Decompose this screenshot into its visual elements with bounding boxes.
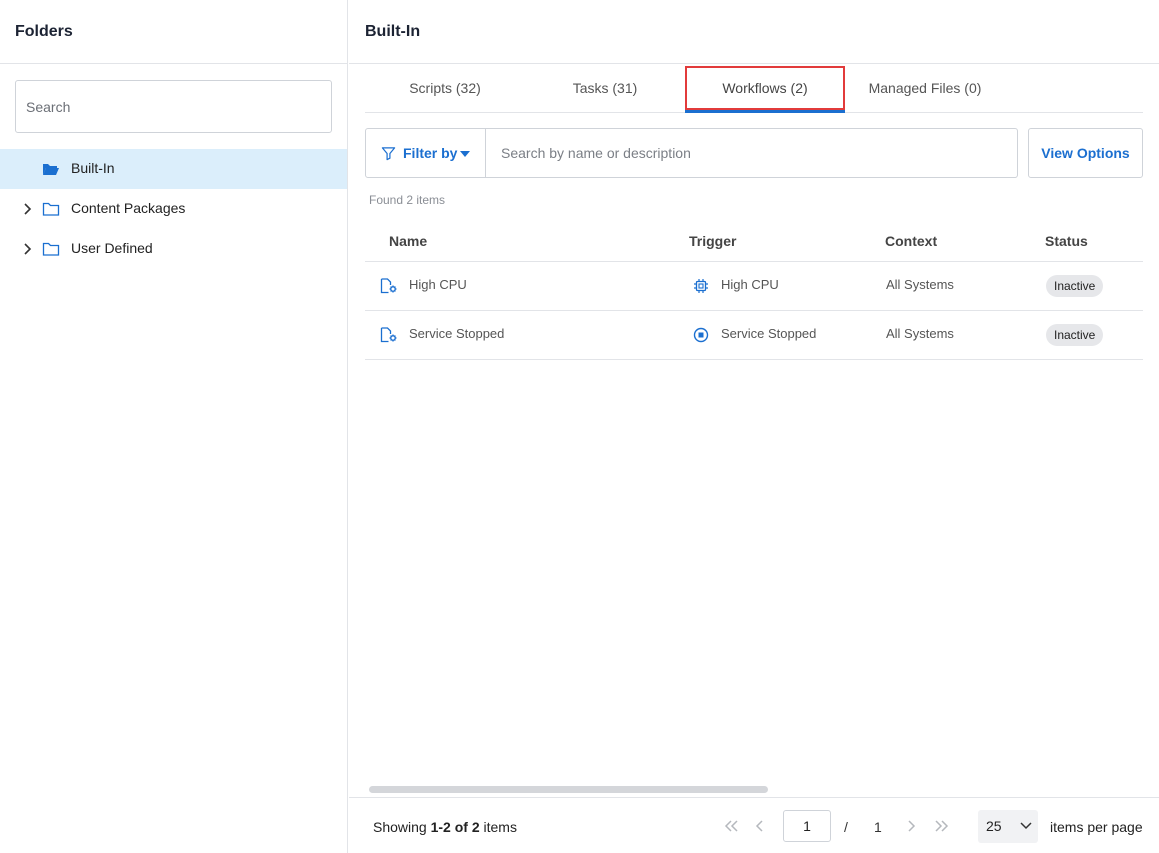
items-per-page-select[interactable]: 25 xyxy=(978,810,1038,843)
chevron-right-icon[interactable] xyxy=(20,202,34,216)
last-page-icon[interactable] xyxy=(934,819,950,833)
tree-item-user-defined[interactable]: User Defined xyxy=(0,229,347,269)
sidebar-title: Folders xyxy=(0,0,347,64)
tree-item-label: Content Packages xyxy=(71,200,186,216)
row-context: All Systems xyxy=(886,326,954,341)
filter-icon xyxy=(381,147,396,161)
showing-prefix: Showing xyxy=(373,819,431,835)
stop-circle-icon xyxy=(693,327,709,343)
status-badge: Inactive xyxy=(1046,275,1104,297)
folder-icon xyxy=(42,202,60,216)
row-name[interactable]: Service Stopped xyxy=(409,326,504,341)
row-trigger: Service Stopped xyxy=(721,326,817,341)
folder-search-input[interactable] xyxy=(15,80,332,133)
column-header-status[interactable]: Status xyxy=(1045,233,1088,249)
previous-page-icon[interactable] xyxy=(755,819,765,833)
tab-managed-files[interactable]: Managed Files (0) xyxy=(845,64,1005,112)
tree-item-built-in[interactable]: Built-In xyxy=(0,149,347,189)
column-header-context[interactable]: Context xyxy=(885,233,937,249)
row-name[interactable]: High CPU xyxy=(409,277,467,292)
folders-sidebar: Folders Built-In Content Packages xyxy=(0,0,348,853)
row-context: All Systems xyxy=(886,277,954,292)
items-per-page-label: items per page xyxy=(1050,819,1143,835)
items-per-page-value: 25 xyxy=(986,818,1002,834)
table-row[interactable]: High CPU High CPU All Systems Inactive xyxy=(365,262,1143,311)
folder-icon xyxy=(42,242,60,256)
content-tabs: Scripts (32) Tasks (31) Workflows (2) Ma… xyxy=(365,64,1143,113)
column-header-trigger[interactable]: Trigger xyxy=(689,233,736,249)
workflow-file-icon xyxy=(380,278,397,294)
horizontal-scrollbar[interactable] xyxy=(369,786,768,793)
workflow-file-icon xyxy=(380,327,397,343)
tree-item-content-packages[interactable]: Content Packages xyxy=(0,189,347,229)
page-number-input[interactable] xyxy=(783,810,831,842)
caret-down-icon xyxy=(460,151,470,157)
showing-suffix: items xyxy=(479,819,517,835)
page-separator: / xyxy=(844,819,848,835)
status-badge: Inactive xyxy=(1046,324,1104,346)
filter-by-button[interactable]: Filter by xyxy=(366,129,486,177)
total-pages: 1 xyxy=(874,819,882,835)
filter-bar: Filter by xyxy=(365,128,1018,178)
table-header: Name Trigger Context Status xyxy=(365,220,1143,262)
folder-tree: Built-In Content Packages User Defined xyxy=(0,149,347,269)
view-options-button[interactable]: View Options xyxy=(1028,128,1143,178)
cpu-icon xyxy=(694,279,708,293)
main-panel: Built-In Scripts (32) Tasks (31) Workflo… xyxy=(349,0,1159,853)
filter-by-label: Filter by xyxy=(403,145,458,161)
chevron-down-icon xyxy=(1020,822,1032,830)
page-title: Built-In xyxy=(349,0,1159,64)
next-page-icon[interactable] xyxy=(906,819,916,833)
chevron-right-icon[interactable] xyxy=(20,242,34,256)
tab-scripts[interactable]: Scripts (32) xyxy=(365,64,525,112)
showing-count: Showing 1-2 of 2 items xyxy=(373,819,517,835)
row-trigger: High CPU xyxy=(721,277,779,292)
first-page-icon[interactable] xyxy=(723,819,739,833)
tab-workflows[interactable]: Workflows (2) xyxy=(685,64,845,113)
workflows-table: Name Trigger Context Status High CPU Hig… xyxy=(365,220,1143,360)
column-header-name[interactable]: Name xyxy=(389,233,427,249)
search-input[interactable] xyxy=(487,129,1017,177)
tab-tasks[interactable]: Tasks (31) xyxy=(525,64,685,112)
found-count: Found 2 items xyxy=(369,193,446,207)
tree-item-label: Built-In xyxy=(71,160,115,176)
tree-item-label: User Defined xyxy=(71,240,153,256)
folder-open-icon xyxy=(43,164,59,175)
showing-range: 1-2 of 2 xyxy=(430,819,480,835)
pagination-footer: Showing 1-2 of 2 items / 1 25 items per … xyxy=(349,797,1159,853)
table-row[interactable]: Service Stopped Service Stopped All Syst… xyxy=(365,311,1143,360)
